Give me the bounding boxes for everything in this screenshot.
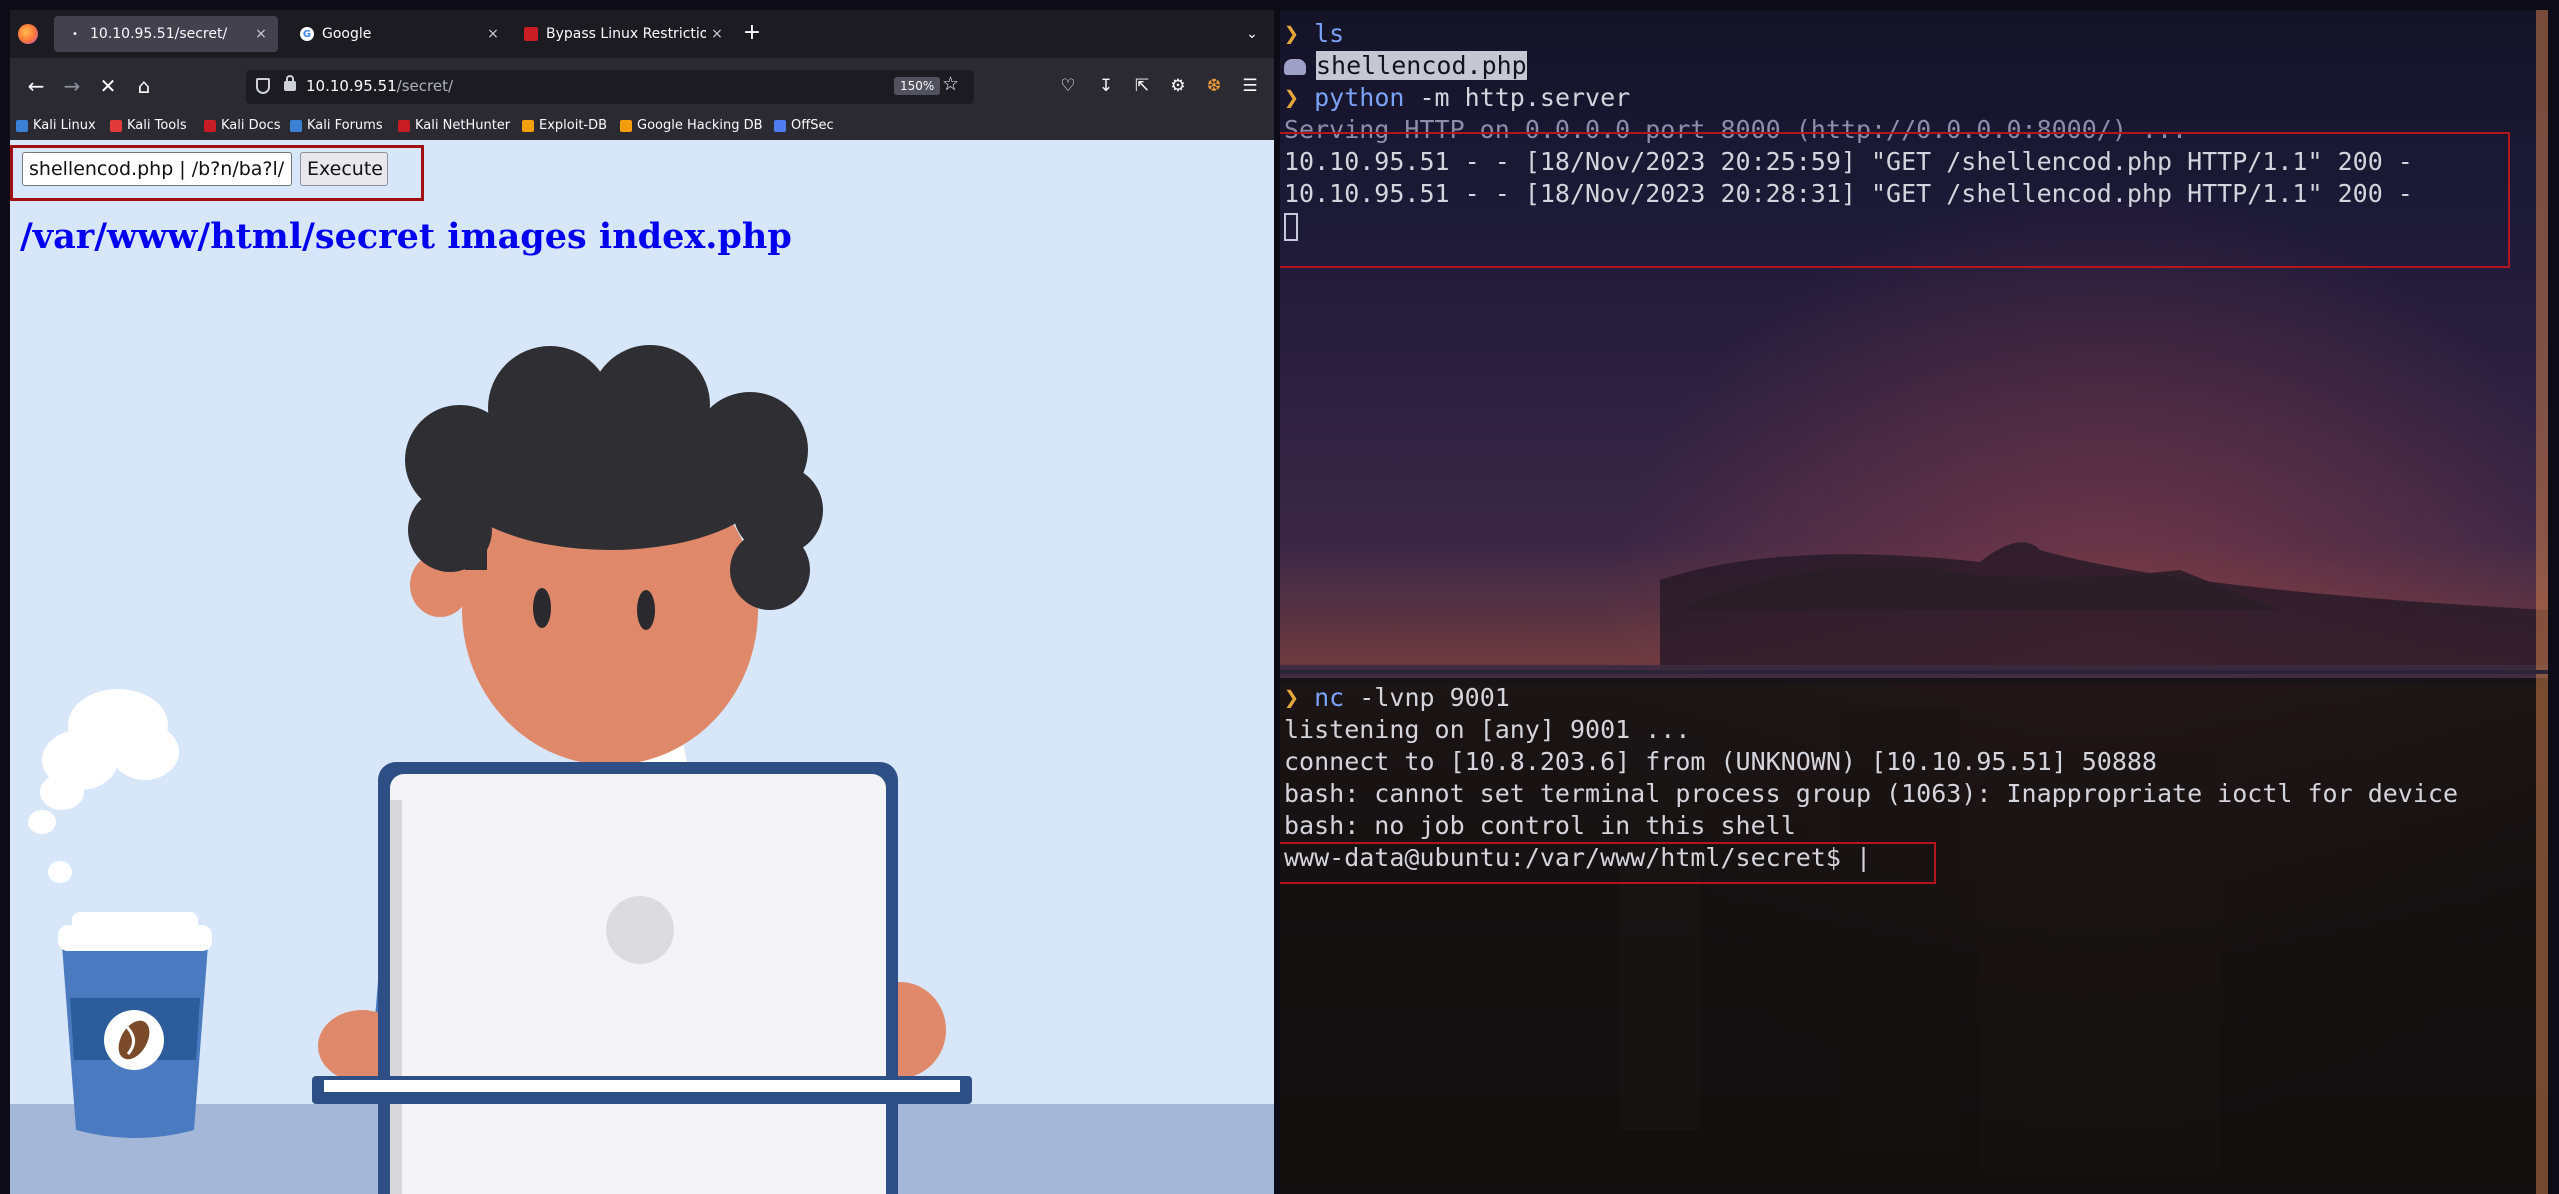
command-input[interactable] [22, 152, 292, 186]
back-button[interactable]: ← [22, 72, 50, 100]
list-all-tabs-button[interactable]: ⌄ [1240, 22, 1264, 46]
close-tab-icon[interactable]: × [706, 26, 728, 42]
extensions-icon[interactable]: ⚙ [1164, 72, 1192, 100]
kali-tools-icon [110, 119, 122, 132]
url-path: /secret/ [396, 77, 454, 95]
bookmark-google-hacking-db[interactable]: Google Hacking DB [620, 118, 763, 133]
command-name: python [1314, 83, 1405, 112]
page-dot-icon: • [72, 28, 78, 40]
ls-output-line: shellencod.php [1284, 50, 1527, 82]
command-name: nc [1314, 683, 1345, 712]
pocket-icon[interactable]: ♡ [1054, 72, 1082, 100]
nethunter-icon [398, 119, 410, 132]
lock-icon[interactable] [284, 75, 296, 91]
execute-button[interactable]: Execute [300, 152, 388, 186]
terminal-window[interactable]: ❯ ls shellencod.php ❯ python -m http.ser… [1280, 10, 2548, 1194]
tab-google[interactable]: G Google × [286, 16, 510, 52]
steam-cloud [28, 689, 179, 883]
new-tab-button[interactable]: + [740, 22, 764, 46]
bookmark-label: Kali NetHunter [415, 118, 511, 133]
stop-loading-button[interactable]: ✕ [94, 72, 122, 100]
nc-output-line: bash: no job control in this shell [1284, 811, 1796, 840]
shell-prompt-highlight [1280, 842, 1936, 884]
bookmark-label: Exploit-DB [539, 118, 608, 133]
forward-button[interactable]: → [58, 72, 86, 100]
command-output: /var/www/html/secret images index.php [20, 216, 792, 257]
laptop-logo [606, 896, 674, 964]
kali-forums-icon [290, 119, 302, 132]
firefox-logo-icon [18, 24, 38, 44]
bookmark-kali-tools[interactable]: Kali Tools [110, 118, 187, 133]
left-eye [533, 588, 551, 628]
prompt-arrow: ❯ [1284, 83, 1300, 112]
offsec-icon [774, 119, 786, 132]
tab-title: 10.10.95.51/secret/ [90, 26, 228, 42]
coffee-cup [58, 912, 212, 1138]
right-eye [637, 590, 655, 630]
nc-command-line: ❯ nc -lvnp 9001 [1284, 682, 1510, 714]
nc-output-line: connect to [10.8.203.6] from (UNKNOWN) [… [1284, 747, 2157, 776]
hacktricks-icon [524, 27, 538, 41]
ghdb-icon [620, 119, 632, 132]
http-log-highlight [1280, 132, 2510, 268]
nc-output-line: bash: cannot set terminal process group … [1284, 779, 2458, 808]
php-elephant-icon [1284, 59, 1306, 75]
tab-secret[interactable]: • 10.10.95.51/secret/ × [54, 16, 278, 52]
bookmark-label: Kali Forums [307, 118, 383, 133]
pane-divider [1280, 670, 2548, 674]
bookmark-exploit-db[interactable]: Exploit-DB [522, 118, 607, 133]
selected-filename[interactable]: shellencod.php [1316, 51, 1527, 80]
bookmark-label: Kali Docs [221, 118, 281, 133]
nc-output-line: listening on [any] 9001 ... [1284, 715, 1691, 744]
bookmark-label: Kali Tools [127, 118, 187, 133]
bookmark-label: OffSec [791, 118, 834, 133]
browser-window: • 10.10.95.51/secret/ × G Google × Bypas… [10, 10, 1274, 1194]
command-text: ls [1314, 19, 1345, 48]
downloads-icon[interactable]: ↧ [1092, 72, 1120, 100]
address-bar[interactable]: 10.10.95.51/secret/ 150% ☆ [246, 70, 974, 104]
command-args: -m http.server [1404, 83, 1631, 112]
tracking-protection-icon[interactable] [256, 78, 270, 94]
zoom-level-badge[interactable]: 150% [894, 77, 941, 95]
bookmark-kali-docs[interactable]: Kali Docs [204, 118, 281, 133]
tab-title: Google [322, 26, 372, 42]
tab-bypass[interactable]: Bypass Linux Restrictions × [510, 16, 734, 52]
tab-strip: • 10.10.95.51/secret/ × G Google × Bypas… [10, 10, 1274, 58]
foxyproxy-icon[interactable]: ❆ [1200, 72, 1228, 100]
bookmark-label: Google Hacking DB [637, 118, 763, 133]
kali-dragon-icon [16, 119, 28, 132]
prompt-arrow: ❯ [1284, 19, 1300, 48]
exploit-db-icon [522, 119, 534, 132]
prompt-arrow: ❯ [1284, 683, 1300, 712]
home-button[interactable]: ⌂ [130, 72, 158, 100]
ls-command-line: ❯ ls [1284, 18, 1344, 50]
navigation-toolbar: ← → ✕ ⌂ 10.10.95.51/secret/ 150% ☆ ♡ ↧ ⇱… [10, 58, 1274, 114]
bookmark-star-icon[interactable]: ☆ [942, 73, 959, 95]
command-args: -lvnp 9001 [1344, 683, 1510, 712]
tab-title: Bypass Linux Restrictions [546, 26, 706, 42]
share-icon[interactable]: ⇱ [1128, 72, 1156, 100]
bookmarks-toolbar: Kali Linux Kali Tools Kali Docs Kali For… [10, 114, 1274, 140]
close-tab-icon[interactable]: × [482, 26, 504, 42]
google-icon: G [300, 27, 314, 41]
url-host: 10.10.95.51 [306, 77, 397, 95]
bookmark-kali-linux[interactable]: Kali Linux [16, 118, 96, 133]
bookmark-label: Kali Linux [33, 118, 96, 133]
bookmark-offsec[interactable]: OffSec [774, 118, 834, 133]
person-with-laptop-illustration [10, 345, 1274, 1194]
url-text[interactable]: 10.10.95.51/secret/ [306, 77, 453, 95]
python-command-line: ❯ python -m http.server [1284, 82, 1630, 114]
bookmark-kali-forums[interactable]: Kali Forums [290, 118, 383, 133]
bookmark-kali-nethunter[interactable]: Kali NetHunter [398, 118, 510, 133]
menu-icon[interactable]: ☰ [1236, 72, 1264, 100]
web-page: Execute /var/www/html/secret images inde… [10, 140, 1274, 1194]
close-tab-icon[interactable]: × [250, 26, 272, 42]
kali-docs-icon [204, 119, 216, 132]
